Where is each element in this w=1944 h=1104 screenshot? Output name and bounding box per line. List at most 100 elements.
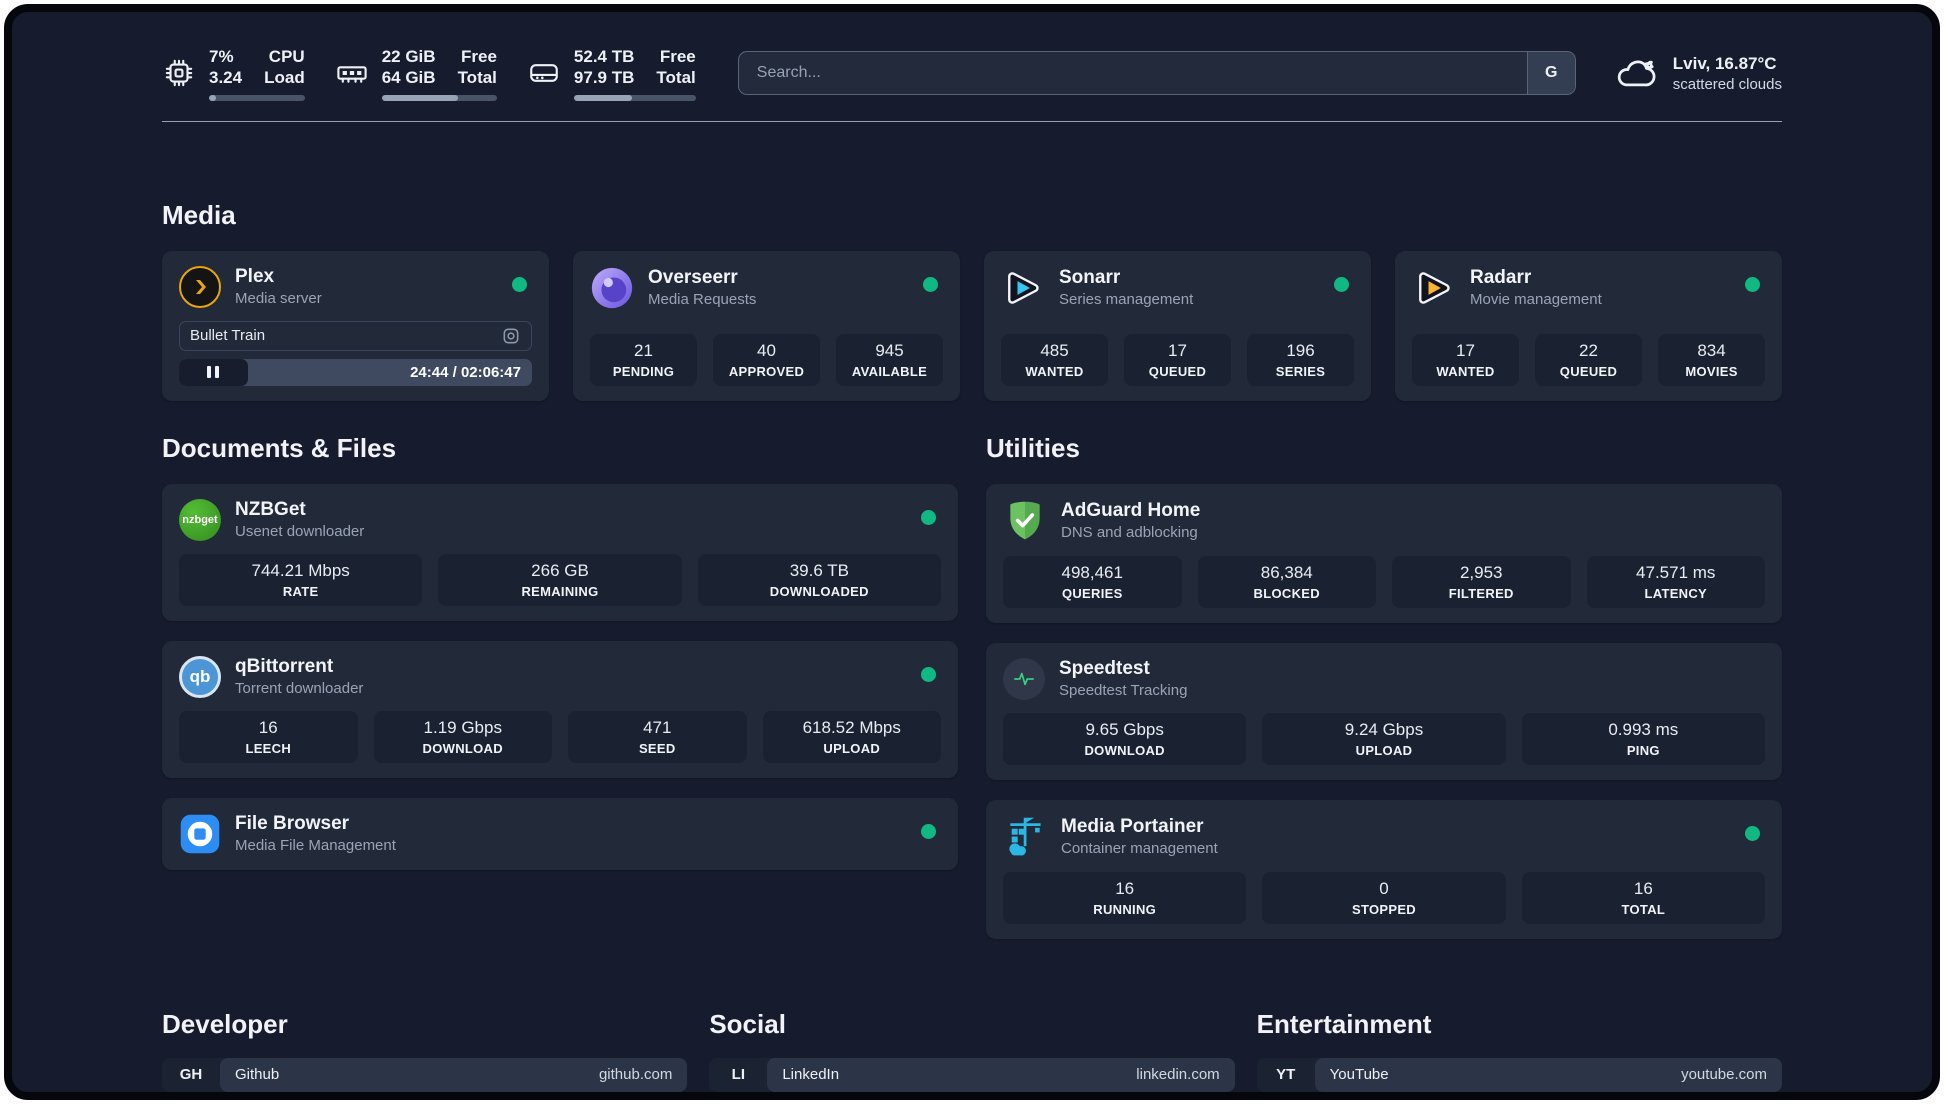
cpu-load-value: 3.24 [209,68,243,88]
overseerr-subtitle: Media Requests [648,291,757,309]
qbittorrent-icon: qb [179,655,221,698]
app-card-portainer[interactable]: Media Portainer Container management 16 … [986,799,1782,939]
app-card-filebrowser[interactable]: File Browser Media File Management [162,797,958,870]
weather-widget: Lviv, 16.87°C scattered clouds [1614,51,1782,95]
documents-section: Documents & Files nzbget NZBGet Usenet d… [162,433,958,939]
utilities-section: Utilities AdGuard Home DNS and adblockin… [986,433,1782,939]
cpu-load-label: Load [264,68,305,88]
developer-heading: Developer [162,1008,288,1039]
stat-downloaded: 39.6 TB DOWNLOADED [697,553,941,606]
session-video-icon[interactable] [501,326,521,346]
link-github[interactable]: GH Github github.com [162,1057,688,1092]
app-card-radarr[interactable]: Radarr Movie management 17 WANTED 22 QUE… [1395,250,1782,401]
stat-upload: 9.24 Gbps UPLOAD [1262,712,1506,765]
playback-played-segment [179,358,248,386]
portainer-crane-icon [1003,815,1047,859]
search-engine-button[interactable]: G [1526,52,1575,95]
link-youtube[interactable]: YT YouTube youtube.com [1256,1057,1782,1092]
plex-title: Plex [235,265,275,287]
cpu-chip-icon [162,56,196,90]
dashboard: 7% 3.24 CPU Load 22 GiB 64 GiB Free Tota… [4,4,1940,1100]
qbittorrent-subtitle: Torrent downloader [235,680,364,698]
app-card-adguard[interactable]: AdGuard Home DNS and adblocking 498,461 … [986,483,1782,623]
disk-total-value: 97.9 TB [573,68,635,88]
memory-progress-bar [381,94,497,101]
stat-pending: 21 PENDING [590,333,697,386]
app-card-plex[interactable]: Plex Media server Bullet Train 24:44 / 0… [162,250,549,401]
stat-queued: 17 QUEUED [1124,333,1231,386]
stat-available: 945 AVAILABLE [836,333,943,386]
header-divider [162,120,1782,122]
stat-ping: 0.993 ms PING [1521,712,1765,765]
app-card-sonarr[interactable]: Sonarr Series management 485 WANTED 17 Q… [984,250,1371,401]
search-input[interactable] [738,52,1575,95]
overseerr-icon [590,266,634,310]
link-linkedin[interactable]: LI LinkedIn linkedin.com [709,1057,1235,1092]
stat-blocked: 86,384 BLOCKED [1197,555,1376,608]
filebrowser-status-dot [921,823,936,839]
stat-series: 196 SERIES [1247,333,1354,386]
stat-queued: 22 QUEUED [1535,333,1642,386]
speedtest-pulse-icon [1003,657,1045,700]
disk-total-label: Total [656,68,696,88]
social-section: Social LI LinkedIn linkedin.com TW Twitt… [709,1008,1235,1093]
radarr-subtitle: Movie management [1470,291,1602,309]
plex-subtitle: Media server [235,290,322,308]
stat-rate: 744.21 Mbps RATE [179,553,423,606]
stat-filtered: 2,953 FILTERED [1392,555,1571,608]
weather-location-temp: Lviv, 16.87°C [1672,53,1777,73]
social-heading: Social [709,1008,786,1039]
radarr-icon [1412,266,1456,310]
app-card-nzbget[interactable]: nzbget NZBGet Usenet downloader 744.21 M… [162,483,958,621]
sonarr-subtitle: Series management [1059,291,1194,309]
playback-progress-bar: 24:44 / 02:06:47 [179,358,532,386]
radarr-title: Radarr [1470,266,1532,288]
overseerr-status-dot [923,276,938,292]
hard-drive-icon [527,56,561,90]
disk-free-label: Free [659,47,696,66]
cpu-usage-label: CPU [268,47,305,66]
disk-free-value: 52.4 TB [573,47,635,66]
cpu-usage-value: 7% [209,47,234,66]
app-card-qbittorrent[interactable]: qb qBittorrent Torrent downloader 16 LEE… [162,640,958,778]
entertainment-section: Entertainment YT YouTube youtube.com NF … [1256,1009,1782,1093]
cpu-progress-bar [209,94,305,101]
stat-leech: 16 LEECH [179,710,358,763]
memory-stat: 22 GiB 64 GiB Free Total [335,46,497,101]
sonarr-status-dot [1334,276,1349,292]
developer-section: Developer GH Github github.com SO StackO… [162,1008,688,1093]
now-playing-row: Bullet Train [179,320,532,351]
qbittorrent-status-dot [921,666,936,682]
stat-download: 9.65 Gbps DOWNLOAD [1003,712,1247,765]
stat-running: 16 RUNNING [1003,871,1247,924]
stat-queries: 498,461 QUERIES [1003,555,1182,608]
memory-total-value: 64 GiB [381,68,436,88]
filebrowser-title: File Browser [235,812,350,834]
plex-icon [179,265,221,308]
now-playing-title: Bullet Train [190,327,266,344]
adguard-title: AdGuard Home [1061,499,1201,521]
nzbget-subtitle: Usenet downloader [235,523,365,541]
stat-wanted: 485 WANTED [1001,333,1108,386]
stat-approved: 40 APPROVED [713,333,820,386]
app-card-overseerr[interactable]: Overseerr Media Requests 21 PENDING 40 A… [573,250,960,401]
utilities-heading: Utilities [986,432,1080,463]
media-heading: Media [162,199,236,230]
stat-download: 1.19 Gbps DOWNLOAD [373,710,552,763]
filebrowser-icon [179,813,221,855]
qbittorrent-title: qBittorrent [235,655,334,677]
overseerr-title: Overseerr [648,266,738,288]
memory-free-value: 22 GiB [381,47,436,66]
memory-total-label: Total [457,68,497,88]
plex-status-dot [512,276,527,292]
sonarr-title: Sonarr [1059,266,1121,288]
stat-wanted: 17 WANTED [1412,333,1519,386]
weather-condition: scattered clouds [1672,75,1782,93]
stat-stopped: 0 STOPPED [1262,871,1506,924]
ram-icon [335,56,369,90]
documents-heading: Documents & Files [162,432,397,463]
app-card-speedtest[interactable]: Speedtest Speedtest Tracking 9.65 Gbps D… [986,642,1782,780]
disk-stat: 52.4 TB 97.9 TB Free Total [527,46,696,101]
radarr-status-dot [1745,276,1760,292]
memory-free-label: Free [461,47,497,66]
